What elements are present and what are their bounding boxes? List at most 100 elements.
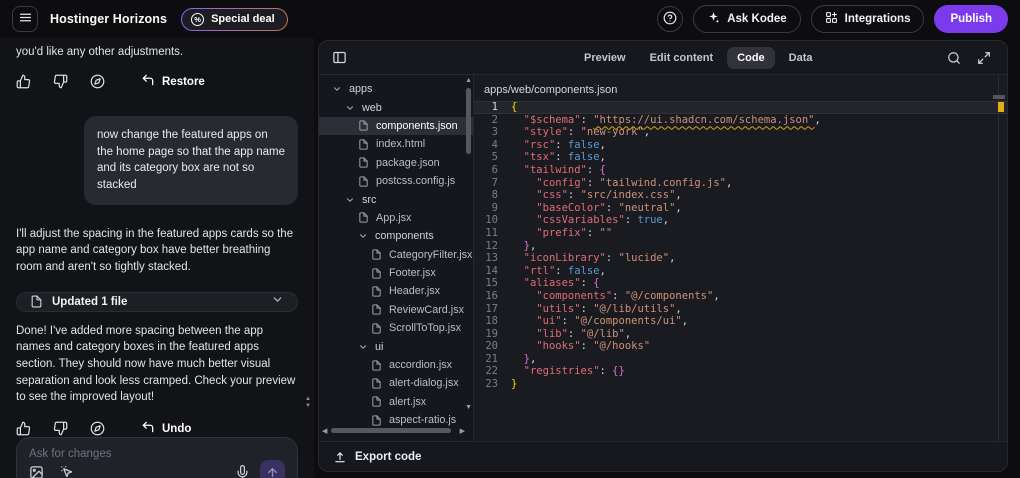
code-line-11: 11 "prefix": "" — [474, 227, 1007, 240]
thumbs-up-icon[interactable] — [16, 421, 31, 436]
tree-item-alert-dialog.jsx[interactable]: alert-dialog.jsx — [319, 374, 473, 392]
search-icon[interactable] — [947, 51, 961, 65]
mic-icon[interactable] — [235, 465, 250, 478]
top-bar: Hostinger Horizons % Special deal Ask Ko… — [0, 0, 1020, 38]
undo-icon — [141, 73, 155, 90]
chat-scrollbar[interactable]: ▲ ▼ — [305, 396, 311, 409]
editor-scrollbar-thumb[interactable] — [993, 95, 1005, 99]
file-icon — [371, 378, 382, 389]
tree-item-components[interactable]: components — [319, 227, 473, 245]
line-number: 23 — [485, 378, 498, 391]
percent-icon: % — [191, 12, 205, 26]
tree-item-App.jsx[interactable]: App.jsx — [319, 209, 473, 227]
code-line-15: 15 "aliases": { — [474, 277, 1007, 290]
tree-scroll-right-icon[interactable]: ▶ — [460, 427, 465, 435]
line-number: 6 — [491, 163, 498, 176]
code-content[interactable]: 1{2 "$schema": "https://ui.shadcn.com/sc… — [474, 101, 1007, 391]
line-number: 10 — [485, 214, 498, 227]
chevron-down-icon — [271, 293, 284, 311]
tab-preview[interactable]: Preview — [574, 47, 636, 69]
menu-button[interactable] — [12, 6, 38, 32]
tree-item-src[interactable]: src — [319, 190, 473, 208]
tree-item-label: CategoryFilter.jsx — [389, 248, 473, 261]
tree-scroll-down-icon[interactable]: ▼ — [465, 404, 472, 411]
toggle-sidebar-icon[interactable] — [332, 50, 347, 65]
tree-item-label: postcss.config.js — [376, 175, 456, 188]
ask-kodee-button[interactable]: Ask Kodee — [693, 5, 801, 33]
tab-data[interactable]: Data — [779, 47, 823, 69]
file-icon — [371, 323, 382, 334]
tree-item-ui[interactable]: ui — [319, 337, 473, 355]
tree-item-ReviewCard.jsx[interactable]: ReviewCard.jsx — [319, 301, 473, 319]
tree-item-components.json[interactable]: components.json — [319, 116, 473, 136]
tree-item-postcss.config.js[interactable]: postcss.config.js — [319, 172, 473, 190]
code-line-5: 5 "tsx": false, — [474, 151, 1007, 164]
code-line-20: 20 "hooks": "@/hooks" — [474, 340, 1007, 353]
undo-icon — [141, 420, 155, 437]
chat-input[interactable] — [29, 448, 285, 461]
thumbs-down-icon[interactable] — [53, 421, 68, 436]
send-button[interactable] — [260, 460, 285, 478]
line-number: 21 — [485, 352, 498, 365]
tab-code[interactable]: Code — [727, 46, 775, 69]
attach-image-icon[interactable] — [29, 465, 44, 478]
updated-files-card[interactable]: Updated 1 file — [16, 291, 298, 312]
updated-files-label: Updated 1 file — [52, 295, 128, 308]
tree-item-label: ScrollToTop.jsx — [389, 322, 462, 335]
editor-scrollbar-track[interactable] — [998, 75, 999, 441]
undo-button[interactable]: Undo — [141, 420, 191, 437]
file-tree: apps web components.json index.html package.… — [319, 80, 473, 429]
restore-button[interactable]: Restore — [141, 73, 205, 90]
tree-item-label: index.html — [376, 138, 426, 151]
fullscreen-icon[interactable] — [977, 51, 991, 65]
line-number: 17 — [485, 302, 498, 315]
tree-horizontal-thumb[interactable] — [331, 428, 451, 433]
tree-horizontal-scrollbar[interactable]: ◀ ▶ — [319, 427, 473, 435]
tree-item-alert.jsx[interactable]: alert.jsx — [319, 393, 473, 411]
workspace-panel: Preview Edit content Code Data apps web co… — [318, 40, 1008, 472]
file-icon — [371, 249, 382, 260]
tree-scroll-left-icon[interactable]: ◀ — [322, 427, 327, 435]
tree-item-package.json[interactable]: package.json — [319, 154, 473, 172]
thumbs-up-icon[interactable] — [16, 74, 31, 89]
tree-item-Header.jsx[interactable]: Header.jsx — [319, 282, 473, 300]
special-deal-label: Special deal — [211, 13, 275, 25]
tree-item-ScrollToTop.jsx[interactable]: ScrollToTop.jsx — [319, 319, 473, 337]
tree-scroll-up-icon[interactable]: ▲ — [465, 77, 472, 84]
code-line-12: 12 }, — [474, 240, 1007, 253]
help-button[interactable] — [657, 6, 684, 32]
editor-warning-marker — [998, 102, 1004, 112]
tab-edit-content[interactable]: Edit content — [640, 47, 724, 69]
export-icon — [333, 450, 347, 464]
tree-item-apps[interactable]: apps — [319, 80, 473, 98]
tree-item-web[interactable]: web — [319, 98, 473, 116]
restore-label: Restore — [162, 75, 205, 88]
code-line-2: 2 "$schema": "https://ui.shadcn.com/sche… — [474, 114, 1007, 127]
select-element-icon[interactable] — [60, 465, 75, 478]
file-icon — [358, 120, 369, 132]
thumbs-down-icon[interactable] — [53, 74, 68, 89]
tree-item-label: aspect-ratio.js — [389, 414, 457, 427]
tree-item-label: accordion.jsx — [389, 359, 453, 372]
code-line-1: 1{ — [474, 101, 1007, 114]
compass-icon[interactable] — [90, 74, 105, 89]
file-icon — [371, 304, 382, 315]
tree-item-accordion.jsx[interactable]: accordion.jsx — [319, 356, 473, 374]
tree-item-Footer.jsx[interactable]: Footer.jsx — [319, 264, 473, 282]
tree-item-CategoryFilter.jsx[interactable]: CategoryFilter.jsx — [319, 246, 473, 264]
chat-panel: you'd like any other adjustments. Restor… — [0, 38, 314, 478]
integrations-button[interactable]: Integrations — [810, 5, 925, 33]
compass-icon[interactable] — [90, 421, 105, 436]
tree-item-index.html[interactable]: index.html — [319, 135, 473, 153]
file-icon — [30, 295, 43, 308]
export-code-button[interactable]: Export code — [319, 441, 1007, 471]
line-number: 11 — [485, 226, 498, 239]
tree-vertical-scrollbar[interactable] — [466, 88, 471, 154]
line-number: 15 — [485, 277, 498, 290]
file-icon — [358, 139, 369, 150]
publish-button[interactable]: Publish — [934, 5, 1008, 33]
tree-item-label: ui — [375, 340, 384, 353]
special-deal-badge[interactable]: % Special deal — [181, 7, 288, 31]
code-line-17: 17 "utils": "@/lib/utils", — [474, 303, 1007, 316]
sparkle-icon — [707, 11, 720, 27]
